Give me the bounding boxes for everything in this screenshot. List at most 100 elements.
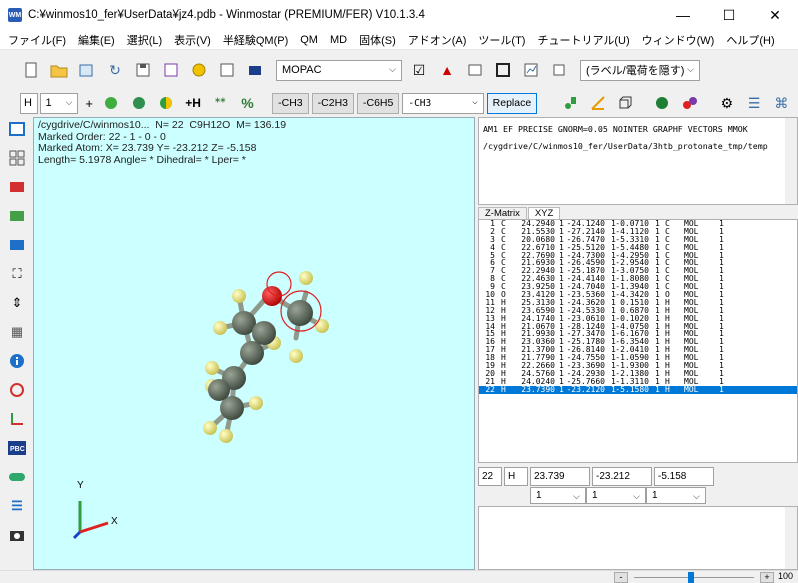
window-blue-icon[interactable] — [5, 233, 29, 257]
info-icon[interactable] — [5, 349, 29, 373]
left-toolbar: ⛶ ⇕ ▦ PBC ☰ — [2, 117, 32, 570]
zoom-slider-thumb[interactable] — [688, 572, 694, 583]
window-green-icon[interactable] — [5, 204, 29, 228]
label-select[interactable]: (ラベル/電荷を隠す) ⌵ — [580, 59, 700, 81]
hydrogen-atom — [219, 429, 233, 443]
c6h5-button[interactable]: -C6H5 — [357, 92, 400, 114]
measure-icon[interactable] — [560, 92, 581, 114]
element-select-value: H — [24, 97, 32, 109]
open-folder-icon[interactable] — [48, 59, 70, 81]
half-atom-icon[interactable] — [155, 92, 176, 114]
ch3-button[interactable]: -CH3 — [272, 92, 309, 114]
menu-help[interactable]: ヘルプ(H) — [720, 32, 780, 48]
refresh-icon[interactable]: ↻ — [104, 59, 126, 81]
close-window-red-icon[interactable] — [5, 175, 29, 199]
percent-button[interactable]: % — [237, 92, 258, 114]
menu-tutorial[interactable]: チュートリアル(U) — [531, 32, 635, 48]
keywords-scrollbar[interactable] — [785, 118, 797, 204]
chart-icon[interactable] — [520, 59, 542, 81]
y-flag-select[interactable]: 1 ⌵ — [586, 487, 646, 504]
count-select[interactable]: 1 ⌵ — [39, 92, 79, 114]
list-icon[interactable]: ☰ — [743, 92, 764, 114]
output-scrollbar[interactable] — [785, 507, 797, 569]
molecule-viewer[interactable]: /cygdrive/C/winmos10... N= 22 C9H12O M= … — [33, 117, 475, 570]
x-flag-select[interactable]: 1 ⌵ — [530, 487, 586, 504]
menu-semiempirical[interactable]: 半経験QM(P) — [217, 32, 294, 48]
molecule-color-icon[interactable] — [679, 92, 700, 114]
method-select[interactable]: MOPAC ⌵ — [276, 59, 402, 81]
atom-edit-row: 22 H 23.739 -23.212 -5.158 — [478, 467, 798, 487]
add-atom-green-icon[interactable] — [101, 92, 122, 114]
menu-md[interactable]: MD — [324, 34, 353, 46]
table-cell: -23.2120 — [566, 384, 605, 394]
fit-icon[interactable]: ⛶ — [5, 262, 29, 286]
grid-view-icon[interactable]: ▦ — [5, 320, 29, 344]
z-flag-select[interactable]: 1 ⌵ — [646, 487, 706, 504]
new-file-icon[interactable] — [20, 59, 42, 81]
menu-bar: ファイル(F) 編集(E) 選択(L) 表示(V) 半経験QM(P) QM MD… — [0, 30, 798, 50]
grid-icon[interactable] — [492, 59, 514, 81]
pbc-icon[interactable]: PBC — [5, 436, 29, 460]
angle-icon[interactable] — [587, 92, 608, 114]
x-flag-value: 1 — [536, 490, 542, 501]
atom-z-field[interactable]: -5.158 — [654, 467, 714, 486]
zoom-out-button[interactable]: - — [614, 572, 628, 583]
export-icon[interactable] — [548, 59, 570, 81]
replace-button[interactable]: Replace — [486, 92, 538, 114]
atom-element-field[interactable]: H — [504, 467, 528, 486]
axes-icon[interactable] — [5, 407, 29, 431]
atom-y-field[interactable]: -23.212 — [592, 467, 652, 486]
menu-window[interactable]: ウィンドウ(W) — [636, 32, 721, 48]
edit-note-icon[interactable] — [216, 59, 238, 81]
molecule-green-icon[interactable] — [652, 92, 673, 114]
window-icon[interactable] — [5, 117, 29, 141]
align-icon[interactable]: ☰ — [5, 494, 29, 518]
menu-view[interactable]: 表示(V) — [168, 32, 217, 48]
capsule-icon[interactable] — [5, 465, 29, 489]
tree-icon[interactable]: ⌘ — [771, 92, 792, 114]
carbon-atom — [240, 341, 264, 365]
menu-qm[interactable]: QM — [294, 34, 324, 46]
keywords-textbox[interactable]: AM1 EF PRECISE GNORM=0.05 NOINTER GRAPHF… — [478, 117, 798, 205]
atom-index-field[interactable]: 22 — [478, 467, 502, 486]
save-as-icon[interactable] — [160, 59, 182, 81]
xyz-table[interactable]: 1 C 24.2940 1 -24.1240 1 -0.0710 1 C MOL 1 2 C 21.553… — [478, 219, 798, 463]
table-row[interactable]: 22 H 23.7390 1 -23.2120 1 -5.1580 1 H MOL 1 — [479, 384, 797, 394]
camera-icon[interactable] — [5, 523, 29, 547]
circle-icon[interactable] — [5, 378, 29, 402]
menu-addon[interactable]: アドオン(A) — [402, 32, 473, 48]
zoom-slider-track[interactable] — [634, 577, 754, 578]
atom-x-field[interactable]: 23.739 — [530, 467, 590, 486]
check-icon[interactable]: ☑ — [408, 59, 430, 81]
close-button[interactable]: ✕ — [752, 0, 798, 30]
add-atom-button[interactable]: + — [81, 92, 96, 114]
zoom-in-button[interactable]: + — [760, 572, 774, 583]
add-hydrogen-button[interactable]: +H — [182, 92, 203, 114]
tile-icon[interactable] — [5, 146, 29, 170]
cube-icon[interactable] — [615, 92, 636, 114]
element-select[interactable]: H — [20, 92, 38, 114]
output-textbox[interactable] — [478, 506, 798, 570]
menu-file[interactable]: ファイル(F) — [2, 32, 72, 48]
minimize-button[interactable]: — — [660, 0, 706, 30]
coin-icon[interactable] — [188, 59, 210, 81]
menu-select[interactable]: 選択(L) — [121, 32, 168, 48]
import-icon[interactable] — [76, 59, 98, 81]
menu-tools[interactable]: ツール(T) — [472, 32, 531, 48]
zoom-level: 100 — [778, 571, 794, 581]
hydrogen-atom — [213, 321, 227, 335]
delete-atom-icon[interactable] — [128, 92, 149, 114]
c2h3-button[interactable]: -C2H3 — [311, 92, 354, 114]
menu-solid[interactable]: 固体(S) — [353, 32, 402, 48]
save-icon[interactable] — [132, 59, 154, 81]
gear-icon[interactable]: ⚙ — [716, 92, 737, 114]
flag-icon[interactable] — [244, 59, 266, 81]
move-icon[interactable]: ⇕ — [5, 291, 29, 315]
menu-edit[interactable]: 編集(E) — [72, 32, 121, 48]
run-icon[interactable]: ▲ — [436, 59, 458, 81]
bond-icon[interactable]: ᕯ — [210, 92, 231, 114]
fragment-select[interactable]: -CH3 ⌵ — [402, 92, 484, 114]
carbon-atom — [287, 300, 313, 326]
maximize-button[interactable]: ☐ — [706, 0, 752, 30]
log-icon[interactable] — [464, 59, 486, 81]
